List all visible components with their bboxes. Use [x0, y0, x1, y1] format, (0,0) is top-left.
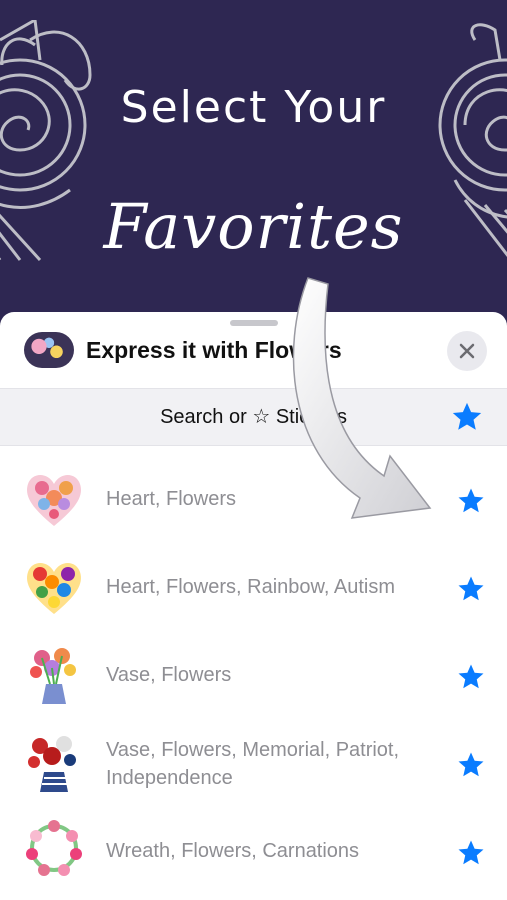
patriot-vase-flowers-sticker: [28, 736, 76, 792]
favorites-filter-star-icon[interactable]: [450, 400, 484, 434]
sticker-sheet: Express it with Flowers Search or ☆ Stic…: [0, 312, 507, 900]
list-item[interactable]: Vase, Flowers: [0, 632, 507, 720]
list-item[interactable]: Wreath, Flowers, Carnations: [0, 808, 507, 896]
list-item[interactable]: Vase, Flowers, Memorial, Patriot, Indepe…: [0, 720, 507, 808]
sheet-grabber[interactable]: [230, 320, 278, 326]
search-label: Search or ☆ Stickers: [160, 406, 347, 428]
close-icon: [459, 343, 475, 359]
wreath-flowers-sticker: [26, 820, 82, 876]
favorite-star-icon[interactable]: [456, 574, 486, 604]
sticker-label: Heart, Flowers, Rainbow, Autism: [106, 576, 395, 598]
sticker-label: Heart, Flowers: [106, 488, 237, 510]
close-button[interactable]: [447, 331, 487, 371]
rainbow-heart-flowers-sticker: [27, 563, 81, 614]
app-icon: [24, 332, 74, 368]
search-bar[interactable]: Search or ☆ Stickers: [0, 388, 507, 446]
vase-flowers-sticker: [30, 648, 76, 704]
sticker-label: Vase, Flowers: [106, 664, 232, 686]
hero-title-line1: Select Your: [120, 82, 387, 133]
heart-flowers-sticker: [27, 475, 81, 526]
sticker-label: Vase, Flowers, Memorial, Patriot, Indepe…: [106, 739, 400, 789]
list-item[interactable]: Heart, Flowers, Rainbow, Autism: [0, 544, 507, 632]
hero-title-line2: Favorites: [103, 190, 404, 263]
list-item[interactable]: Heart, Flowers: [0, 456, 507, 544]
favorite-star-icon[interactable]: [456, 486, 486, 516]
sticker-label: Wreath, Flowers, Carnations: [106, 840, 360, 862]
hero-banner: Select Your Favorites: [0, 0, 507, 330]
favorite-star-icon[interactable]: [456, 662, 486, 692]
favorite-star-icon[interactable]: [456, 838, 486, 868]
favorite-star-icon[interactable]: [456, 750, 486, 780]
app-title: Express it with Flowers: [86, 337, 342, 363]
